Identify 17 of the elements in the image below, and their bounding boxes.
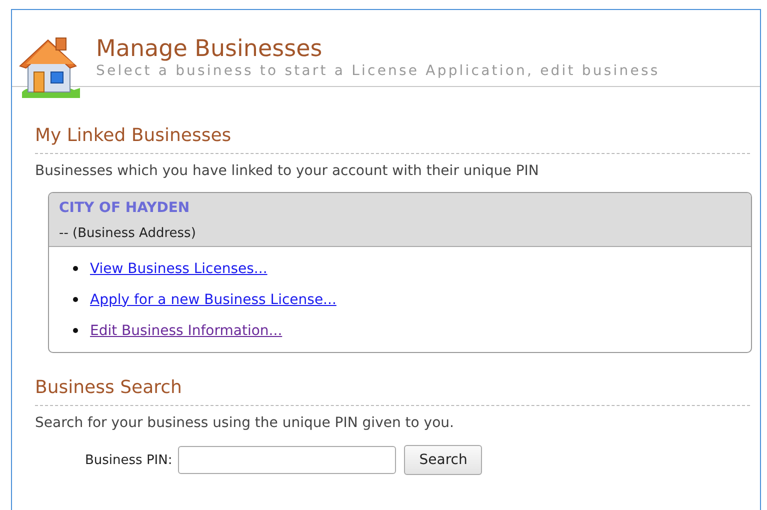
business-name: CITY OF HAYDEN [59,199,191,217]
section-heading: My Linked Businesses [35,125,750,154]
section-description: Search for your business using the unique PIN given to you. [35,414,455,432]
section-heading: Business Search [35,377,750,406]
business-link[interactable]: View Business Licenses... [90,260,268,276]
section-description: Businesses which you have linked to your account with their unique PIN [35,162,540,180]
field-label: Business PIN: [85,452,172,468]
page-title: Manage Businesses [96,36,324,62]
bullet-icon [73,297,78,302]
page-subtitle: Select a business to start a License Application, edit business [96,62,660,80]
bullet-icon [73,328,78,333]
search-button[interactable]: Search [404,445,482,475]
business-address: -- (Business Address) [59,225,197,242]
business-link[interactable]: Apply for a new Business License... [90,292,336,308]
bullet-icon [73,266,78,271]
pin-input-field[interactable] [178,446,396,474]
business-link[interactable]: Edit Business Information... [90,322,282,338]
